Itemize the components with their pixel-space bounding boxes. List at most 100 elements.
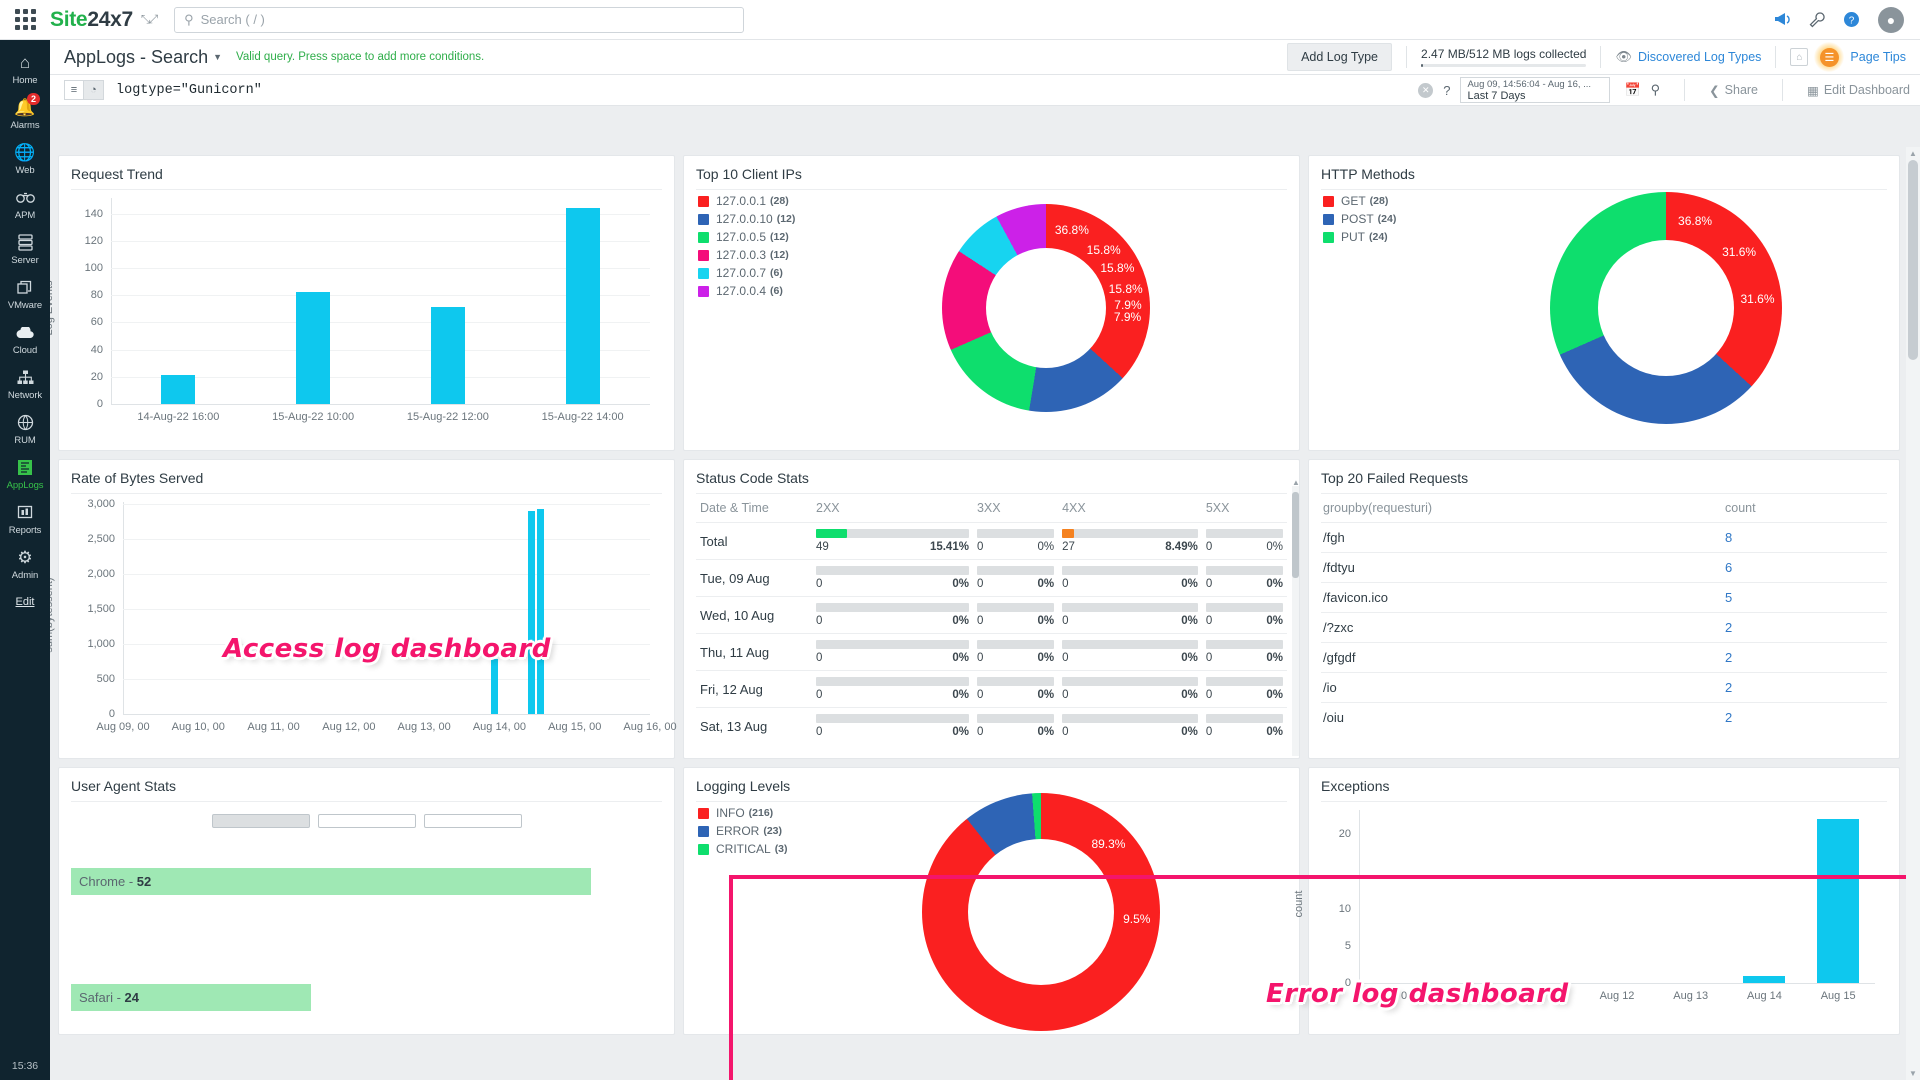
annotation-access-log: Access log dashboard (223, 634, 551, 664)
sidebar-clock: 15:36 (12, 1060, 38, 1072)
chevron-down-icon[interactable]: ▼ (213, 52, 222, 62)
tab-os[interactable] (424, 814, 522, 828)
failed-requests-list[interactable]: groupby(requesturi)count/fgh8/fdtyu6/fav… (1321, 494, 1887, 732)
sidebar-item-applogs[interactable]: AppLogs (0, 451, 50, 496)
calendar-icon[interactable]: 📅 (1624, 82, 1640, 98)
legend-item[interactable]: 127.0.0.7(6) (698, 266, 795, 280)
user-agent-bar[interactable]: Chrome - 52 (71, 868, 591, 895)
sidebar-item-reports[interactable]: Reports (0, 496, 50, 541)
status-code-scrollbar[interactable]: ▲ (1292, 486, 1299, 756)
legend-item[interactable]: CRITICAL(3) (698, 842, 788, 856)
cell-percent: 0% (1181, 652, 1198, 664)
legend-item[interactable]: 127.0.0.5(12) (698, 230, 795, 244)
table-row[interactable]: Tue, 09 Aug00%00%00%00% (696, 560, 1287, 597)
status-code-scroll[interactable]: Date & Time2XX3XX4XX5XXTotal4915.41%00%2… (696, 494, 1287, 742)
query-help-icon[interactable]: ? (1443, 83, 1450, 98)
megaphone-icon[interactable] (1774, 12, 1791, 27)
wrench-icon[interactable] (1809, 12, 1825, 28)
legend-item[interactable]: INFO(216) (698, 806, 788, 820)
list-item[interactable]: /favicon.ico5 (1321, 582, 1887, 612)
query-list-icon[interactable]: ≡ (64, 80, 84, 100)
page-tips-label[interactable]: Page Tips (1850, 50, 1906, 64)
scroll-down-icon[interactable]: ▼ (1909, 1069, 1917, 1078)
list-item[interactable]: /fgh8 (1321, 522, 1887, 552)
legend-item[interactable]: 127.0.0.1(28) (698, 194, 795, 208)
request-count[interactable]: 2 (1725, 680, 1885, 695)
cell-bar (977, 714, 1054, 723)
clear-query-icon[interactable]: ✕ (1418, 83, 1433, 98)
query-input[interactable]: logtype="Gunicorn" (116, 83, 262, 98)
sidebar-item-apm[interactable]: APM (0, 181, 50, 226)
search-input[interactable] (201, 12, 734, 27)
query-history-icon[interactable]: ◔ (84, 80, 104, 100)
list-item[interactable]: /oiu2 (1321, 702, 1887, 732)
table-row[interactable]: Thu, 11 Aug00%00%00%00% (696, 634, 1287, 671)
reports-icon (17, 502, 33, 523)
expand-icon[interactable]: ⤡⤢ (141, 12, 156, 27)
tab-browser[interactable] (212, 814, 310, 828)
table-row[interactable]: Fri, 12 Aug00%00%00%00% (696, 671, 1287, 708)
legend-item[interactable]: 127.0.0.10(12) (698, 212, 795, 226)
discovered-log-types-link[interactable]: Discovered Log Types (1638, 50, 1761, 64)
page-tips-button[interactable]: ☰ (1814, 42, 1844, 72)
legend-item[interactable]: 127.0.0.3(12) (698, 248, 795, 262)
app-launcher-button[interactable] (0, 9, 50, 30)
legend-item[interactable]: ERROR(23) (698, 824, 788, 838)
legend-item[interactable]: GET(28) (1323, 194, 1396, 208)
list-item[interactable]: /fdtyu6 (1321, 552, 1887, 582)
help-icon[interactable]: ? (1843, 11, 1860, 28)
scrollbar-thumb[interactable] (1908, 160, 1918, 360)
sidebar-item-rum[interactable]: RUM (0, 406, 50, 451)
list-item[interactable]: /gfgdf2 (1321, 642, 1887, 672)
global-search[interactable]: ⚲ (174, 7, 744, 33)
request-count[interactable]: 2 (1725, 710, 1885, 725)
status-cell: 00% (1058, 708, 1202, 743)
logo[interactable]: Site24x7 (50, 8, 133, 32)
date-range-value: Aug 09, 14:56:04 - Aug 16, ... (1467, 79, 1603, 90)
request-count[interactable]: 5 (1725, 590, 1885, 605)
run-search-icon[interactable]: ⚲ (1651, 82, 1661, 98)
request-uri: /gfgdf (1323, 650, 1725, 665)
add-log-type-button[interactable]: Add Log Type (1287, 43, 1392, 71)
legend-item[interactable]: 127.0.0.4(6) (698, 284, 795, 298)
page-scrollbar[interactable]: ▲ ▼ (1906, 147, 1920, 1080)
date-range-picker[interactable]: Aug 09, 14:56:04 - Aug 16, ... Last 7 Da… (1460, 77, 1610, 103)
sidebar-item-alarms[interactable]: 2 🔔 Alarms (0, 91, 50, 136)
top-client-ips-donut[interactable]: 127.0.0.1(28) 127.0.0.10(12) 127.0.0.5(12)… (696, 190, 1287, 430)
edit-dashboard-button[interactable]: ▦ Edit Dashboard (1807, 83, 1910, 98)
request-trend-chart[interactable]: 020406080100120140Log Events14-Aug-22 16… (71, 190, 662, 430)
avatar[interactable]: ● (1878, 7, 1904, 33)
sidebar-item-admin[interactable]: ⚙ Admin (0, 541, 50, 586)
scroll-up-icon[interactable]: ▲ (1909, 149, 1917, 158)
sidebar-item-vmware[interactable]: VMware (0, 271, 50, 316)
status-cell: 00% (1202, 523, 1287, 560)
tab-device[interactable] (318, 814, 416, 828)
rate-of-bytes-chart[interactable]: 05001,0001,5002,0002,5003,000sum(bytesse… (71, 494, 662, 740)
sidebar-item-cloud[interactable]: Cloud (0, 316, 50, 361)
home-dashboard-icon[interactable]: ⌂ (1790, 48, 1808, 66)
sidebar-edit-link[interactable]: Edit (16, 596, 35, 608)
legend-item[interactable]: PUT(24) (1323, 230, 1396, 244)
legend-item[interactable]: POST(24) (1323, 212, 1396, 226)
sidebar-item-server[interactable]: Server (0, 226, 50, 271)
user-agent-bar[interactable]: Safari - 24 (71, 984, 311, 1011)
share-button[interactable]: ❮ Share (1709, 83, 1758, 98)
sidebar-item-web[interactable]: 🌐 Web (0, 136, 50, 181)
table-row[interactable]: Wed, 10 Aug00%00%00%00% (696, 597, 1287, 634)
request-count[interactable]: 2 (1725, 650, 1885, 665)
list-item[interactable]: /io2 (1321, 672, 1887, 702)
request-count[interactable]: 2 (1725, 620, 1885, 635)
sidebar-item-network[interactable]: Network (0, 361, 50, 406)
table-row[interactable]: Sat, 13 Aug00%00%00%00% (696, 708, 1287, 743)
cell-bar (1062, 640, 1198, 649)
sidebar-item-label: Reports (9, 525, 42, 536)
http-methods-donut[interactable]: GET(28)POST(24)PUT(24)36.8%31.6%31.6% (1321, 190, 1887, 430)
list-item[interactable]: /?zxc2 (1321, 612, 1887, 642)
logging-levels-donut[interactable]: INFO(216)ERROR(23)CRITICAL(3)89.3%9.5% (696, 802, 1287, 1017)
request-count[interactable]: 8 (1725, 530, 1885, 545)
table-row[interactable]: Total4915.41%00%278.49%00% (696, 523, 1287, 560)
request-count[interactable]: 6 (1725, 560, 1885, 575)
cell-count: 0 (1206, 578, 1212, 590)
cell-percent: 0% (1266, 541, 1283, 553)
sidebar-item-home[interactable]: ⌂ Home (0, 46, 50, 91)
